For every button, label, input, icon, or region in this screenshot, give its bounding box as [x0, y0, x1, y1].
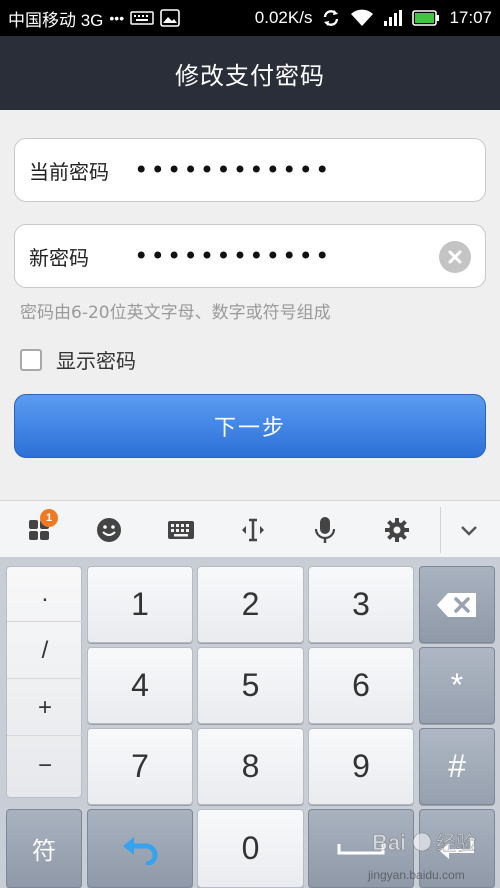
backspace-key[interactable]	[419, 566, 495, 643]
asterisk-key[interactable]: *	[419, 647, 495, 724]
symbol-column: . / + −	[6, 566, 83, 798]
return-key[interactable]	[87, 809, 193, 888]
clock: 17:07	[449, 8, 492, 27]
new-password-field[interactable]: 新密码	[14, 224, 486, 288]
current-password-field[interactable]: 当前密码	[14, 138, 486, 202]
net-speed: 0.02K/s	[254, 8, 313, 27]
cursor-icon[interactable]	[236, 513, 270, 547]
signal-icon	[383, 9, 403, 27]
current-password-input[interactable]	[134, 156, 434, 184]
space-icon	[337, 843, 385, 854]
password-hint: 密码由6-20位英文字母、数字或符号组成	[20, 303, 331, 323]
microphone-icon[interactable]	[308, 513, 342, 547]
key-3[interactable]: 3	[308, 566, 414, 643]
notification-badge: 1	[40, 509, 58, 527]
key-1[interactable]: 1	[87, 566, 193, 643]
numeric-keyboard: . / + − 1 2 3 4 5 6 * 7 8 9 # 符 0	[0, 558, 500, 888]
notification-dots: •••	[109, 10, 125, 26]
show-password-toggle[interactable]: 显示密码	[20, 345, 136, 374]
space-key[interactable]	[308, 809, 414, 888]
symbol-key-slash[interactable]: /	[7, 624, 83, 679]
toolbar-divider	[440, 507, 441, 553]
carrier-label: 中国移动 3G	[8, 10, 104, 30]
chevron-down-icon[interactable]	[452, 513, 486, 547]
keyboard-icon[interactable]	[164, 513, 198, 547]
page-title: 修改支付密码	[175, 61, 325, 90]
image-status-icon	[160, 9, 180, 27]
apps-icon[interactable]: 1	[22, 509, 58, 547]
symbol-key-dot[interactable]: .	[7, 567, 83, 622]
keyboard-toolbar: 1	[0, 500, 500, 558]
wifi-icon	[350, 9, 374, 27]
emoji-icon[interactable]	[92, 513, 126, 547]
show-password-checkbox[interactable]	[20, 348, 42, 371]
clear-icon[interactable]	[439, 241, 471, 273]
undo-arrow-icon	[123, 836, 158, 865]
key-5[interactable]: 5	[197, 647, 304, 724]
current-password-label: 当前密码	[29, 159, 109, 184]
symbol-key-minus[interactable]: −	[7, 738, 83, 793]
new-password-label: 新密码	[29, 245, 89, 270]
symbol-key-plus[interactable]: +	[7, 681, 83, 736]
next-button[interactable]: 下一步	[14, 394, 486, 458]
symbol-switch-key[interactable]: 符	[6, 809, 82, 888]
battery-icon	[412, 10, 440, 26]
key-8[interactable]: 8	[197, 728, 304, 805]
key-6[interactable]: 6	[308, 647, 414, 724]
show-password-label: 显示密码	[56, 349, 136, 373]
key-4[interactable]: 4	[87, 647, 193, 724]
gear-icon[interactable]	[380, 513, 414, 547]
key-9[interactable]: 9	[308, 728, 414, 805]
enter-icon	[440, 837, 474, 859]
key-0[interactable]: 0	[197, 809, 304, 888]
backspace-icon	[437, 592, 476, 617]
keyboard-status-icon	[130, 10, 154, 26]
status-bar: 中国移动 3G ••• 0.02K/s 17:07	[0, 0, 500, 36]
new-password-input[interactable]	[134, 242, 434, 270]
title-bar: 修改支付密码	[0, 36, 500, 110]
enter-key[interactable]	[419, 809, 495, 888]
hash-key[interactable]: #	[419, 728, 495, 805]
key-7[interactable]: 7	[87, 728, 193, 805]
key-2[interactable]: 2	[197, 566, 304, 643]
sync-icon	[321, 8, 341, 28]
